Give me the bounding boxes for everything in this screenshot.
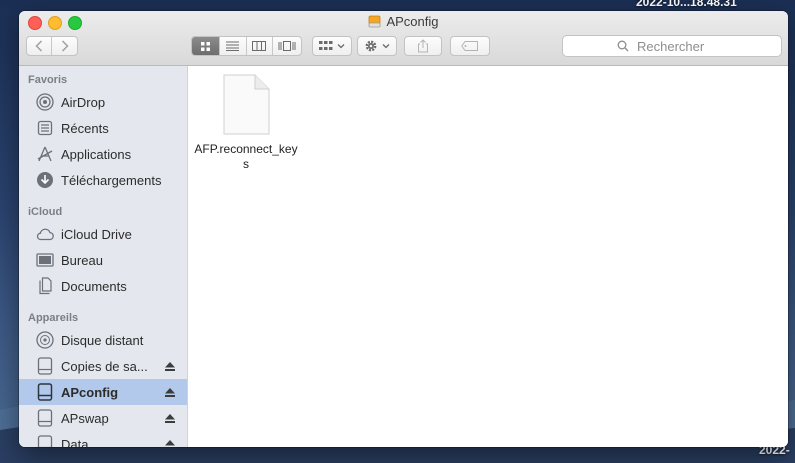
share-button[interactable] (404, 36, 442, 56)
eject-icon (165, 361, 175, 371)
sidebar-item-apconfig[interactable]: APconfig (19, 379, 187, 405)
titlebar: APconfig (19, 11, 788, 66)
chevron-left-icon (35, 40, 43, 52)
sidebar-item-recents[interactable]: Récents (19, 115, 187, 141)
drive-icon (37, 409, 53, 427)
sidebar-item-label: APconfig (61, 384, 119, 400)
document-icon (223, 74, 270, 135)
sidebar-item-data[interactable]: Data (19, 431, 187, 447)
search-icon (617, 40, 629, 52)
column-view-icon (252, 41, 267, 51)
cloud-icon (36, 228, 54, 241)
sidebar-item-label: Documents (61, 278, 127, 294)
sidebar-item-label: Data (61, 436, 89, 448)
sidebar-item-documents[interactable]: Documents (19, 273, 187, 299)
eject-icon (165, 387, 175, 397)
sidebar-item-label: iCloud Drive (61, 226, 132, 242)
sidebar-item-label: Récents (61, 120, 109, 136)
window-title-wrap: APconfig (19, 14, 788, 29)
disc-icon (36, 331, 54, 349)
sidebar-item-label: Téléchargements (61, 172, 162, 188)
documents-icon (39, 277, 52, 295)
sidebar-item-apswap[interactable]: APswap (19, 405, 187, 431)
gear-icon (365, 40, 377, 52)
eject-button[interactable] (163, 413, 177, 423)
sidebar-item-label: AirDrop (61, 94, 106, 110)
group-button[interactable] (312, 36, 352, 56)
sidebar-item-label: Bureau (61, 252, 103, 268)
sidebar-section-appareils: Appareils (28, 312, 79, 324)
tag-button[interactable] (450, 36, 490, 56)
sidebar-item-label: Disque distant (61, 332, 144, 348)
sidebar-item-label: APswap (61, 410, 109, 426)
window-title: APconfig (386, 14, 439, 29)
desktop-icon (36, 253, 54, 267)
forward-button[interactable] (52, 37, 77, 55)
sidebar-item-disque-distant[interactable]: Disque distant (19, 327, 187, 353)
eject-icon (165, 413, 175, 423)
file-item[interactable]: AFP.reconnect_keys (194, 74, 298, 172)
downloads-icon (37, 172, 53, 188)
drive-icon (37, 383, 53, 401)
group-icon (319, 41, 333, 50)
airdrop-icon (36, 93, 54, 111)
tag-icon (461, 41, 478, 51)
sidebar-item-downloads[interactable]: Téléchargements (19, 167, 187, 193)
gallery-view-button[interactable] (273, 37, 301, 55)
file-name: AFP.reconnect_keys (194, 142, 298, 171)
list-view-icon (226, 41, 240, 51)
sidebar-item-bureau[interactable]: Bureau (19, 247, 187, 273)
icon-view-button[interactable] (192, 37, 220, 55)
desktop-file-label[interactable]: 2022-10...18.48.31 (636, 0, 737, 9)
view-switcher (191, 36, 302, 56)
share-icon (418, 39, 428, 53)
file-browser-content[interactable]: AFP.reconnect_keys (188, 66, 788, 447)
search-field[interactable] (562, 35, 782, 57)
sidebar-item-applications[interactable]: Applications (19, 141, 187, 167)
sidebar-section-icloud: iCloud (28, 206, 63, 218)
sidebar-item-copies[interactable]: Copies de sa... (19, 353, 187, 379)
sidebar-section-favoris: Favoris (28, 74, 68, 86)
back-button[interactable] (27, 37, 53, 55)
list-view-button[interactable] (220, 37, 247, 55)
action-button[interactable] (357, 36, 397, 56)
recents-icon (37, 120, 53, 136)
icon-view-icon (200, 41, 210, 51)
eject-button[interactable] (163, 361, 177, 371)
eject-button[interactable] (163, 439, 177, 447)
eject-button[interactable] (163, 387, 177, 397)
search-input[interactable] (635, 37, 727, 55)
applications-icon (37, 146, 53, 162)
drive-icon (37, 435, 53, 447)
sidebar-item-airdrop[interactable]: AirDrop (19, 89, 187, 115)
eject-icon (165, 439, 175, 447)
chevron-right-icon (61, 40, 69, 52)
drive-icon (37, 357, 53, 375)
finder-window: APconfig Rechercher Favoris AirDrop Réce… (19, 11, 788, 447)
sidebar: Favoris AirDrop Récents Applications Tél… (19, 66, 188, 447)
chevron-down-icon (382, 44, 390, 49)
drive-icon (369, 15, 381, 28)
sidebar-item-label: Applications (61, 146, 132, 162)
gallery-view-icon (278, 41, 296, 51)
sidebar-item-label: Copies de sa... (61, 358, 148, 374)
column-view-button[interactable] (247, 37, 274, 55)
sidebar-item-icloud-drive[interactable]: iCloud Drive (19, 221, 187, 247)
navigation-buttons (26, 36, 78, 56)
chevron-down-icon (337, 44, 345, 49)
